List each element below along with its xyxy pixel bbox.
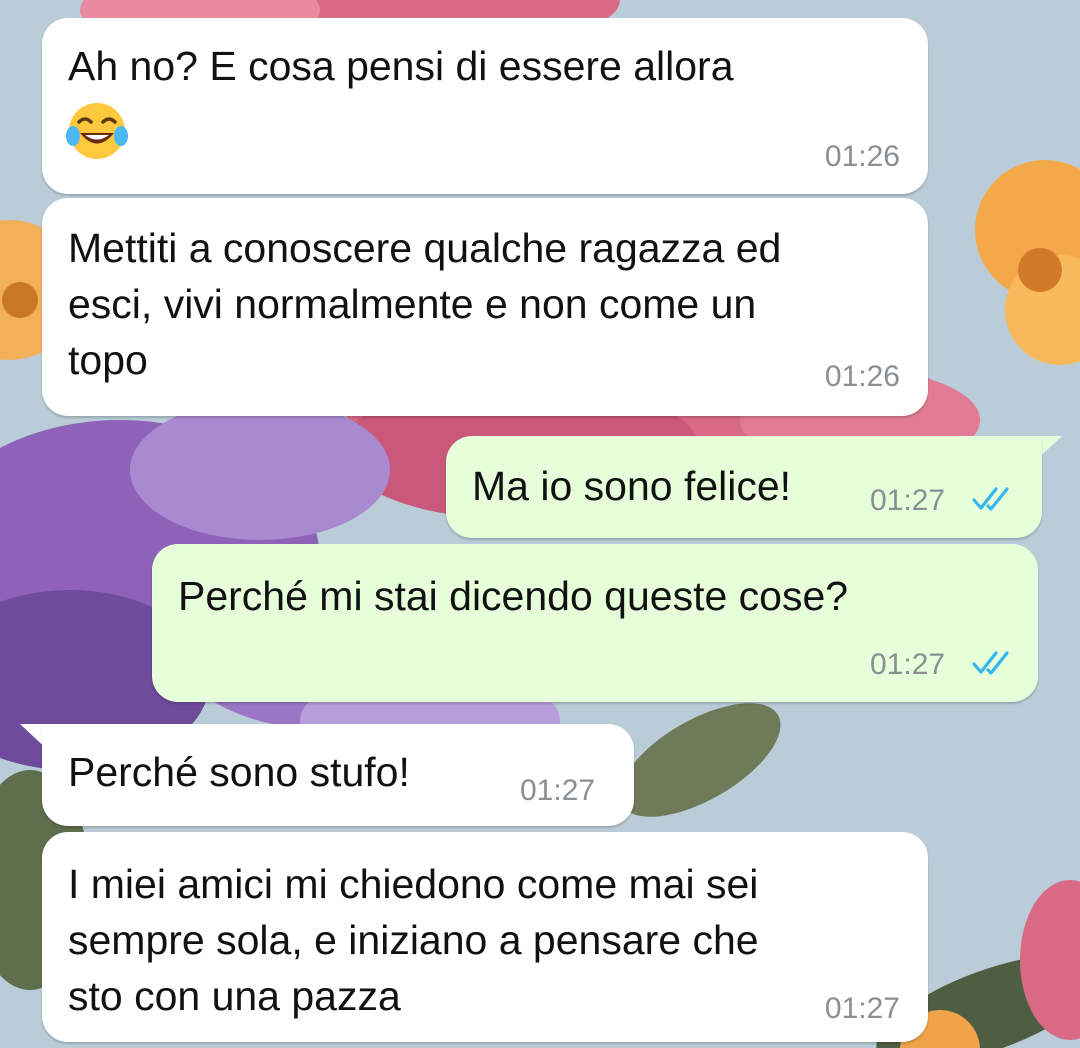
message-time: 01:26 [824,140,900,173]
message-time: 01:27 [870,484,946,517]
message-bubble-incoming[interactable]: I miei amici mi chiedono come mai sei se… [42,832,928,1042]
message-bubble-incoming[interactable]: Ah no? E cosa pensi di essere allora 01:… [42,18,928,194]
double-check-read-icon [972,651,1009,675]
message-time: 01:27 [870,648,946,681]
message-bubble-incoming[interactable]: Perché sono stufo! 01:27 [42,724,634,826]
message-text: Ma io sono felice! [472,463,792,509]
message-text: Perché mi stai dicendo queste cose? [178,573,849,619]
message-text: I miei amici mi chiedono come mai sei se… [68,861,759,1019]
message-bubble-incoming[interactable]: Mettiti a conoscere qualche ragazza ed e… [42,198,928,416]
message-time: 01:27 [520,774,596,807]
message-text: Mettiti a conoscere qualche ragazza ed e… [68,225,782,383]
double-check-read-icon [972,487,1009,511]
message-time: 01:26 [824,360,900,393]
message-text: Ah no? E cosa pensi di essere allora [68,43,734,89]
message-text: Perché sono stufo! [68,749,410,795]
message-bubble-outgoing[interactable]: Perché mi stai dicendo queste cose? 01:2… [152,544,1038,702]
message-time: 01:27 [824,992,900,1025]
chat-window[interactable]: Ah no? E cosa pensi di essere allora 01:… [0,0,1080,1048]
face-with-tears-of-joy-icon [66,103,128,159]
message-bubble-outgoing[interactable]: Ma io sono felice! 01:27 [446,436,1042,538]
